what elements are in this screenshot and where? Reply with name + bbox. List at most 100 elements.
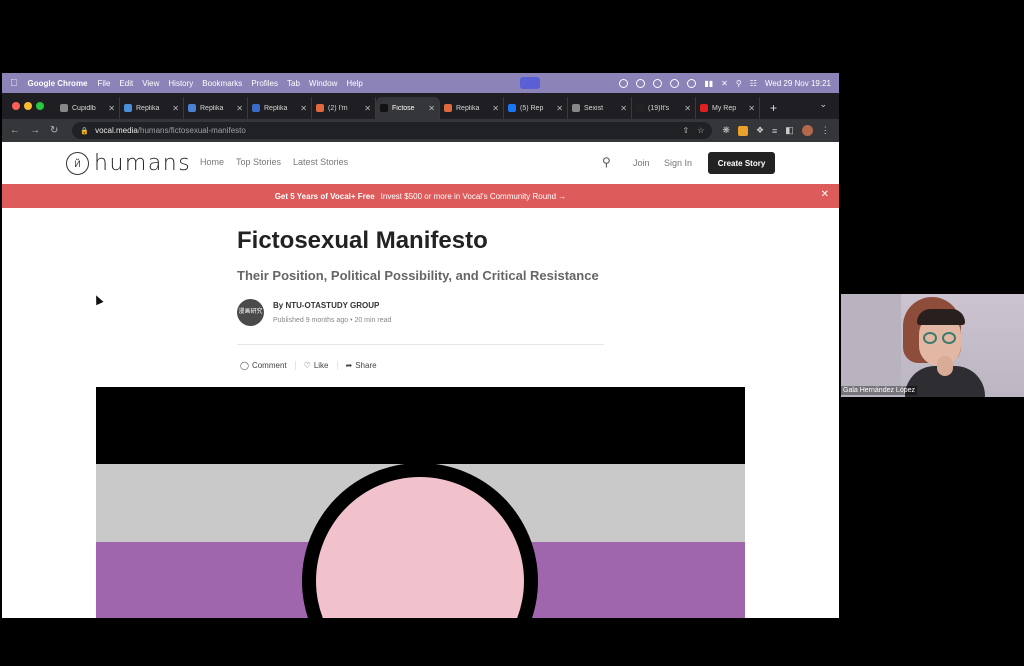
glasses-icon — [923, 332, 937, 344]
site-header: Й humans Home Top Stories Latest Stories… — [2, 142, 839, 184]
tab-close-icon[interactable]: ✕ — [748, 104, 755, 113]
article-title: Fictosexual Manifesto — [237, 227, 488, 254]
promo-bold: Get 5 Years of Vocal+ Free — [274, 191, 375, 201]
sign-in-link[interactable]: Sign In — [664, 158, 692, 168]
tab-5[interactable]: Fictose ✕ — [376, 97, 440, 119]
like-label: Like — [313, 361, 329, 370]
extension-imdb-icon[interactable] — [737, 125, 748, 136]
menu-file[interactable]: File — [98, 79, 111, 88]
tab-close-icon[interactable]: ✕ — [428, 104, 435, 113]
tab-label: (2) I'm — [328, 104, 348, 112]
comment-button[interactable]: ◯ Comment — [240, 361, 296, 370]
reading-list-icon[interactable]: ≡ — [772, 126, 777, 136]
menu-view[interactable]: View — [142, 79, 159, 88]
article-meta: Published 9 months ago • 20 min read — [273, 317, 392, 324]
extension-bug-icon[interactable]: ❋ — [722, 125, 730, 136]
tab-7[interactable]: (5) Rep ✕ — [504, 97, 568, 119]
tab-9[interactable]: (19)It's ✕ — [632, 97, 696, 119]
join-link[interactable]: Join — [633, 158, 650, 168]
status-icon-2[interactable] — [636, 78, 646, 88]
tab-close-icon[interactable]: ✕ — [300, 104, 307, 113]
tab-3[interactable]: Replika ✕ — [248, 97, 312, 119]
tab-4[interactable]: (2) I'm ✕ — [312, 97, 376, 119]
screen:  Google Chrome File Edit View History B… — [0, 0, 1024, 666]
nav-home[interactable]: Home — [200, 157, 224, 167]
search-icon[interactable]: ⚲ — [736, 79, 742, 88]
tab-close-icon[interactable]: ✕ — [556, 104, 563, 113]
wifi-off-icon[interactable]: ✕ — [721, 79, 728, 88]
menubar-clock[interactable]: Wed 29 Nov 19:21 — [765, 79, 831, 88]
lock-icon[interactable]: 🔒 — [80, 127, 89, 135]
share-page-icon[interactable]: ⇧ — [683, 126, 690, 135]
author-avatar[interactable]: 漫画研究 — [237, 299, 264, 326]
tab-close-icon[interactable]: ✕ — [620, 104, 627, 113]
tab-search-chevron-icon[interactable]: ⌄ — [819, 99, 827, 110]
tab-1[interactable]: Replika ✕ — [120, 97, 184, 119]
tab-close-icon[interactable]: ✕ — [684, 104, 691, 113]
tab-favicon-icon — [572, 104, 580, 112]
nav-latest-stories[interactable]: Latest Stories — [293, 157, 348, 167]
tab-label: Sexist — [584, 104, 604, 112]
tab-favicon-icon — [124, 104, 132, 112]
tab-favicon-icon — [60, 104, 68, 112]
tab-6[interactable]: Replika ✕ — [440, 97, 504, 119]
menu-help[interactable]: Help — [346, 79, 362, 88]
menu-history[interactable]: History — [168, 79, 193, 88]
bookmark-star-icon[interactable]: ☆ — [697, 126, 704, 135]
tab-8[interactable]: Sexist ✕ — [568, 97, 632, 119]
promo-banner[interactable]: Get 5 Years of Vocal+ Free Invest $500 o… — [2, 184, 839, 208]
menu-bookmarks[interactable]: Bookmarks — [202, 79, 242, 88]
close-window-icon[interactable] — [12, 102, 20, 110]
share-arrow-icon: ➦ — [345, 361, 353, 370]
search-icon[interactable]: ⚲ — [602, 155, 611, 169]
side-panel-icon[interactable]: ◧ — [785, 125, 794, 136]
menu-window[interactable]: Window — [309, 79, 337, 88]
webcam-person-hand — [937, 356, 953, 376]
close-icon[interactable]: ✕ — [821, 189, 829, 200]
create-story-button[interactable]: Create Story — [708, 152, 775, 174]
play-icon[interactable] — [687, 78, 697, 88]
tab-close-icon[interactable]: ✕ — [172, 104, 179, 113]
screen-share-icon[interactable] — [520, 77, 540, 89]
tab-close-icon[interactable]: ✕ — [108, 104, 115, 113]
extensions-puzzle-icon[interactable]: ❖ — [756, 125, 764, 136]
status-icon-3[interactable] — [653, 78, 663, 88]
zoom-window-icon[interactable] — [36, 102, 44, 110]
tab-0[interactable]: Cupidlb ✕ — [56, 97, 120, 119]
address-bar[interactable]: 🔒 vocal.media/humans/fictosexual-manifes… — [72, 122, 713, 139]
clock-icon[interactable] — [670, 78, 680, 88]
tab-label: Fictose — [392, 104, 415, 112]
menu-profiles[interactable]: Profiles — [251, 79, 278, 88]
battery-icon[interactable]: ▮▮ — [704, 79, 713, 88]
tab-label: Replika — [264, 104, 288, 112]
tab-2[interactable]: Replika ✕ — [184, 97, 248, 119]
tab-close-icon[interactable]: ✕ — [492, 104, 499, 113]
nav-top-stories[interactable]: Top Stories — [236, 157, 281, 167]
tab-close-icon[interactable]: ✕ — [236, 104, 243, 113]
hero-image-flag — [96, 387, 745, 618]
divider — [237, 344, 604, 345]
back-arrow-icon[interactable]: ← — [10, 125, 20, 136]
humans-logo[interactable]: Й humans — [66, 151, 191, 176]
like-button[interactable]: ♡ Like — [304, 361, 338, 370]
app-name[interactable]: Google Chrome — [28, 79, 88, 88]
tab-10[interactable]: My Rep ✕ — [696, 97, 760, 119]
logo-text: humans — [94, 151, 192, 176]
share-button[interactable]: ➦ Share — [346, 361, 385, 370]
article-subtitle: Their Position, Political Possibility, a… — [237, 268, 599, 283]
minimize-window-icon[interactable] — [24, 102, 32, 110]
chrome-menu-icon[interactable]: ⋮ — [821, 125, 830, 136]
reload-icon[interactable]: ↻ — [50, 125, 58, 136]
apple-icon[interactable]:  — [10, 78, 18, 89]
profile-avatar[interactable] — [801, 125, 813, 136]
menu-edit[interactable]: Edit — [119, 79, 133, 88]
author-byline[interactable]: By NTU-OTASTUDY GROUP — [273, 301, 379, 310]
tab-close-icon[interactable]: ✕ — [364, 104, 371, 113]
new-tab-button[interactable]: + — [770, 97, 777, 119]
tab-label: (19)It's — [648, 104, 670, 112]
status-icon-1[interactable] — [619, 78, 629, 88]
forward-arrow-icon[interactable]: → — [30, 125, 40, 136]
control-center-icon[interactable]: ☷ — [750, 79, 757, 88]
menu-tab[interactable]: Tab — [287, 79, 300, 88]
glasses-icon — [942, 332, 956, 344]
